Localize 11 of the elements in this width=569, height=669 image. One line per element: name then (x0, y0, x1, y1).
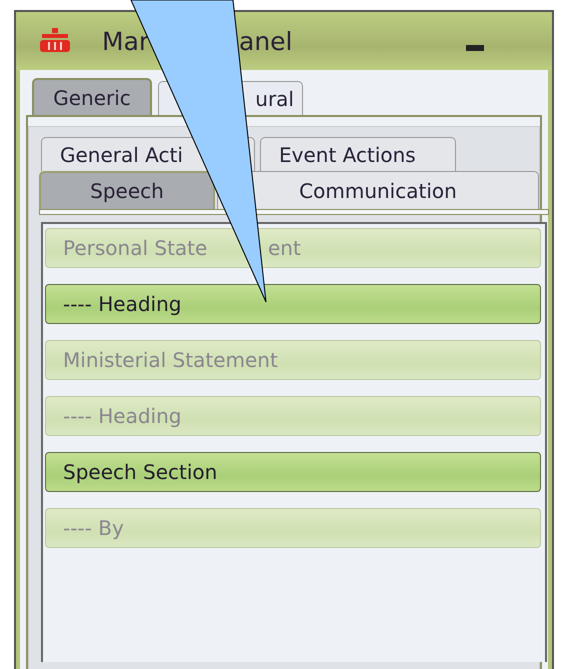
item-label: Personal State (63, 235, 208, 262)
item-label: ent (268, 235, 301, 262)
table-icon (40, 28, 70, 54)
list-item[interactable]: ---- Heading (45, 284, 541, 324)
tab[interactable]: Event Actions (260, 137, 456, 171)
tab[interactable]: Speech (39, 171, 215, 209)
window-title: anel (239, 26, 292, 56)
window-title: Mar (102, 26, 150, 56)
list-item[interactable]: Speech Section (45, 452, 541, 492)
minimize-button[interactable] (466, 45, 484, 51)
tab[interactable]: Generic (32, 78, 152, 115)
